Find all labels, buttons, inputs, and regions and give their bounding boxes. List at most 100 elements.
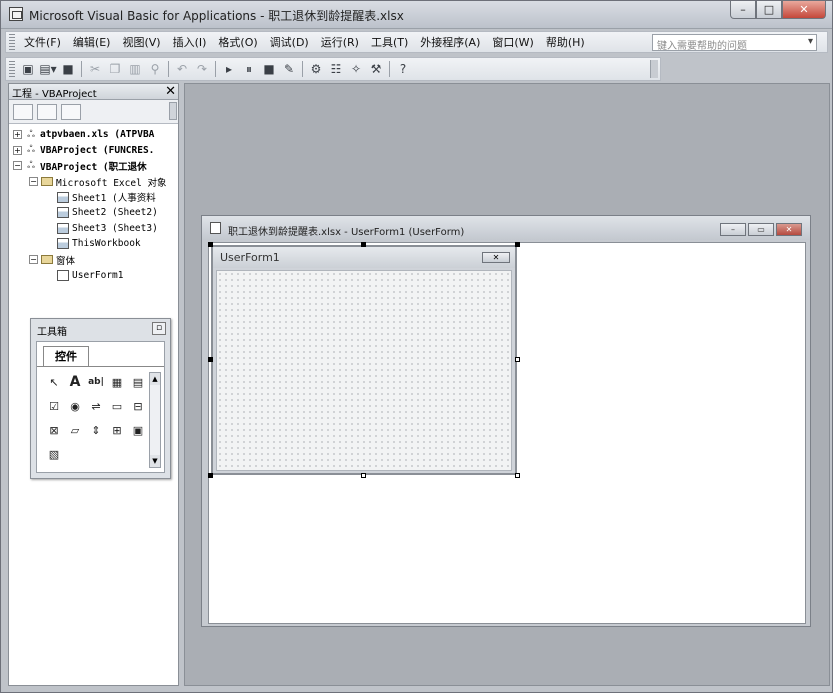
menu-addins[interactable]: 外接程序(A): [414, 34, 486, 50]
label-control-icon[interactable]: A: [66, 373, 84, 391]
save-icon[interactable]: ■: [58, 60, 78, 78]
toolbar-grip[interactable]: [9, 61, 15, 77]
toolbox-close-icon[interactable]: ▫: [152, 322, 166, 335]
maximize-button[interactable]: □: [756, 1, 782, 19]
undo-icon[interactable]: ↶: [172, 60, 192, 78]
userform1[interactable]: UserForm1 ✕: [211, 245, 517, 475]
excel-view-icon[interactable]: ▣: [18, 60, 38, 78]
tree-node-userform1[interactable]: UserForm1: [9, 267, 178, 283]
reset-icon[interactable]: ■: [259, 60, 279, 78]
expand-icon[interactable]: +: [13, 130, 22, 140]
textbox-control-icon[interactable]: ab|: [87, 373, 105, 391]
scroll-down-icon[interactable]: ▼: [150, 455, 160, 467]
menu-view[interactable]: 视图(V): [116, 34, 166, 50]
help-question-input[interactable]: 键入需要帮助的问题: [652, 34, 817, 51]
scrollbar-control-icon[interactable]: ⇕: [87, 421, 105, 439]
menu-debug[interactable]: 调试(D): [264, 34, 315, 50]
tree-node-sheet3[interactable]: Sheet3 (Sheet3): [9, 221, 178, 237]
tab-controls[interactable]: 控件: [43, 346, 89, 366]
resize-handle-top-left: [208, 242, 213, 247]
cut-icon[interactable]: ✂: [85, 60, 105, 78]
tree-node-thisworkbook[interactable]: ThisWorkbook: [9, 236, 178, 252]
refedit-control-icon[interactable]: ▧: [45, 445, 63, 463]
menu-insert[interactable]: 插入(I): [167, 34, 213, 50]
insert-userform-icon[interactable]: ▤▾: [38, 60, 58, 78]
spinbutton-control-icon[interactable]: ⊞: [108, 421, 126, 439]
project-explorer-icon[interactable]: ⚙: [306, 60, 326, 78]
designer-title: 职工退休到龄提醒表.xlsx - UserForm1 (UserForm): [228, 227, 465, 238]
collapse-icon[interactable]: −: [13, 161, 22, 171]
designer-caption-buttons: – ▭ ✕: [718, 223, 802, 236]
paste-icon[interactable]: ▥: [125, 60, 145, 78]
tree-node-sheet2[interactable]: Sheet2 (Sheet2): [9, 205, 178, 221]
menubar-grip[interactable]: [9, 34, 15, 50]
toolbar-separator: [302, 61, 303, 77]
userform-design-grid[interactable]: [216, 270, 512, 471]
tree-node-sheet1[interactable]: Sheet1 (人事资料: [9, 189, 178, 205]
toolbox-scrollbar[interactable]: ▲ ▼: [149, 372, 161, 468]
scroll-up-icon[interactable]: ▲: [150, 373, 160, 385]
tree-node-funcres[interactable]: + ஃ VBAProject (FUNCRES.: [9, 143, 178, 159]
togglebutton-control-icon[interactable]: ⇌: [87, 397, 105, 415]
commandbutton-control-icon[interactable]: ⊟: [129, 397, 147, 415]
design-mode-icon[interactable]: ✎: [279, 60, 299, 78]
project-explorer-close-icon[interactable]: ✕: [165, 84, 176, 99]
tree-node-label: Sheet1 (人事资料: [72, 193, 156, 205]
userform-close-icon[interactable]: ✕: [482, 252, 510, 263]
collapse-icon[interactable]: −: [29, 177, 38, 187]
redo-icon[interactable]: ↷: [192, 60, 212, 78]
tree-node-atpvbaen[interactable]: + ஃ atpvbaen.xls (ATPVBA: [9, 127, 178, 143]
designer-title-bar[interactable]: 职工退休到龄提醒表.xlsx - UserForm1 (UserForm) – …: [202, 216, 810, 240]
properties-icon[interactable]: ☷: [326, 60, 346, 78]
image-control-icon[interactable]: ▣: [129, 421, 147, 439]
minimize-button[interactable]: –: [730, 1, 756, 19]
menu-edit[interactable]: 编辑(E): [67, 34, 117, 50]
resize-handle-bottom-right[interactable]: [515, 473, 520, 478]
resize-handle-middle-right[interactable]: [515, 357, 520, 362]
sheet-icon: [57, 191, 69, 203]
help-icon[interactable]: ?: [393, 60, 413, 78]
designer-close-button[interactable]: ✕: [776, 223, 802, 236]
select-objects-icon[interactable]: ↖: [45, 373, 63, 391]
designer-minimize-button[interactable]: –: [720, 223, 746, 236]
expand-icon[interactable]: +: [13, 145, 22, 155]
tree-node-vbaproject-workbook[interactable]: − ஃ VBAProject (职工退休: [9, 158, 178, 174]
menu-run[interactable]: 运行(R): [315, 34, 365, 50]
listbox-control-icon[interactable]: ▤: [129, 373, 147, 391]
view-code-button[interactable]: [13, 103, 33, 120]
title-bar[interactable]: Microsoft Visual Basic for Applications …: [1, 1, 832, 29]
toolbox-title[interactable]: 工具箱 ▫: [31, 319, 170, 339]
object-browser-icon[interactable]: ✧: [346, 60, 366, 78]
project-explorer-scrollbar[interactable]: [169, 102, 177, 120]
find-icon[interactable]: ⚲: [145, 60, 165, 78]
optionbutton-control-icon[interactable]: ◉: [66, 397, 84, 415]
menu-file[interactable]: 文件(F): [18, 34, 67, 50]
multipage-control-icon[interactable]: ▱: [66, 421, 84, 439]
toolbar-overflow-button[interactable]: [650, 60, 658, 78]
tree-node-label: 窗体: [56, 255, 76, 267]
userform-title-bar[interactable]: UserForm1 ✕: [213, 247, 515, 268]
checkbox-control-icon[interactable]: ☑: [45, 397, 63, 415]
break-icon[interactable]: ⏸: [239, 60, 259, 78]
designer-maximize-button[interactable]: ▭: [748, 223, 774, 236]
tree-node-excel-objects[interactable]: − Microsoft Excel 对象: [9, 174, 178, 190]
tabstrip-control-icon[interactable]: ⊠: [45, 421, 63, 439]
close-button[interactable]: ✕: [782, 1, 826, 19]
view-object-button[interactable]: [37, 103, 57, 120]
menu-tools[interactable]: 工具(T): [365, 34, 414, 50]
run-icon[interactable]: ▸: [219, 60, 239, 78]
menu-window[interactable]: 窗口(W): [486, 34, 539, 50]
toolbar-separator: [215, 61, 216, 77]
tree-node-forms-folder[interactable]: − 窗体: [9, 252, 178, 268]
toolbox-panel[interactable]: 工具箱 ▫ 控件 ↖ A ab| ▦ ▤ ☑ ◉ ⇌ ▭ ⊟ ⊠ ▱ ⇕ ⊞ ▣: [30, 318, 171, 479]
toolbox-icon[interactable]: ⚒: [366, 60, 386, 78]
collapse-icon[interactable]: −: [29, 255, 38, 265]
resize-handle-bottom-center[interactable]: [361, 473, 366, 478]
menu-format[interactable]: 格式(O): [212, 34, 263, 50]
copy-icon[interactable]: ❐: [105, 60, 125, 78]
combobox-control-icon[interactable]: ▦: [108, 373, 126, 391]
toggle-folders-button[interactable]: [61, 103, 81, 120]
resize-handle-top-right: [515, 242, 520, 247]
menu-help[interactable]: 帮助(H): [540, 34, 591, 50]
frame-control-icon[interactable]: ▭: [108, 397, 126, 415]
